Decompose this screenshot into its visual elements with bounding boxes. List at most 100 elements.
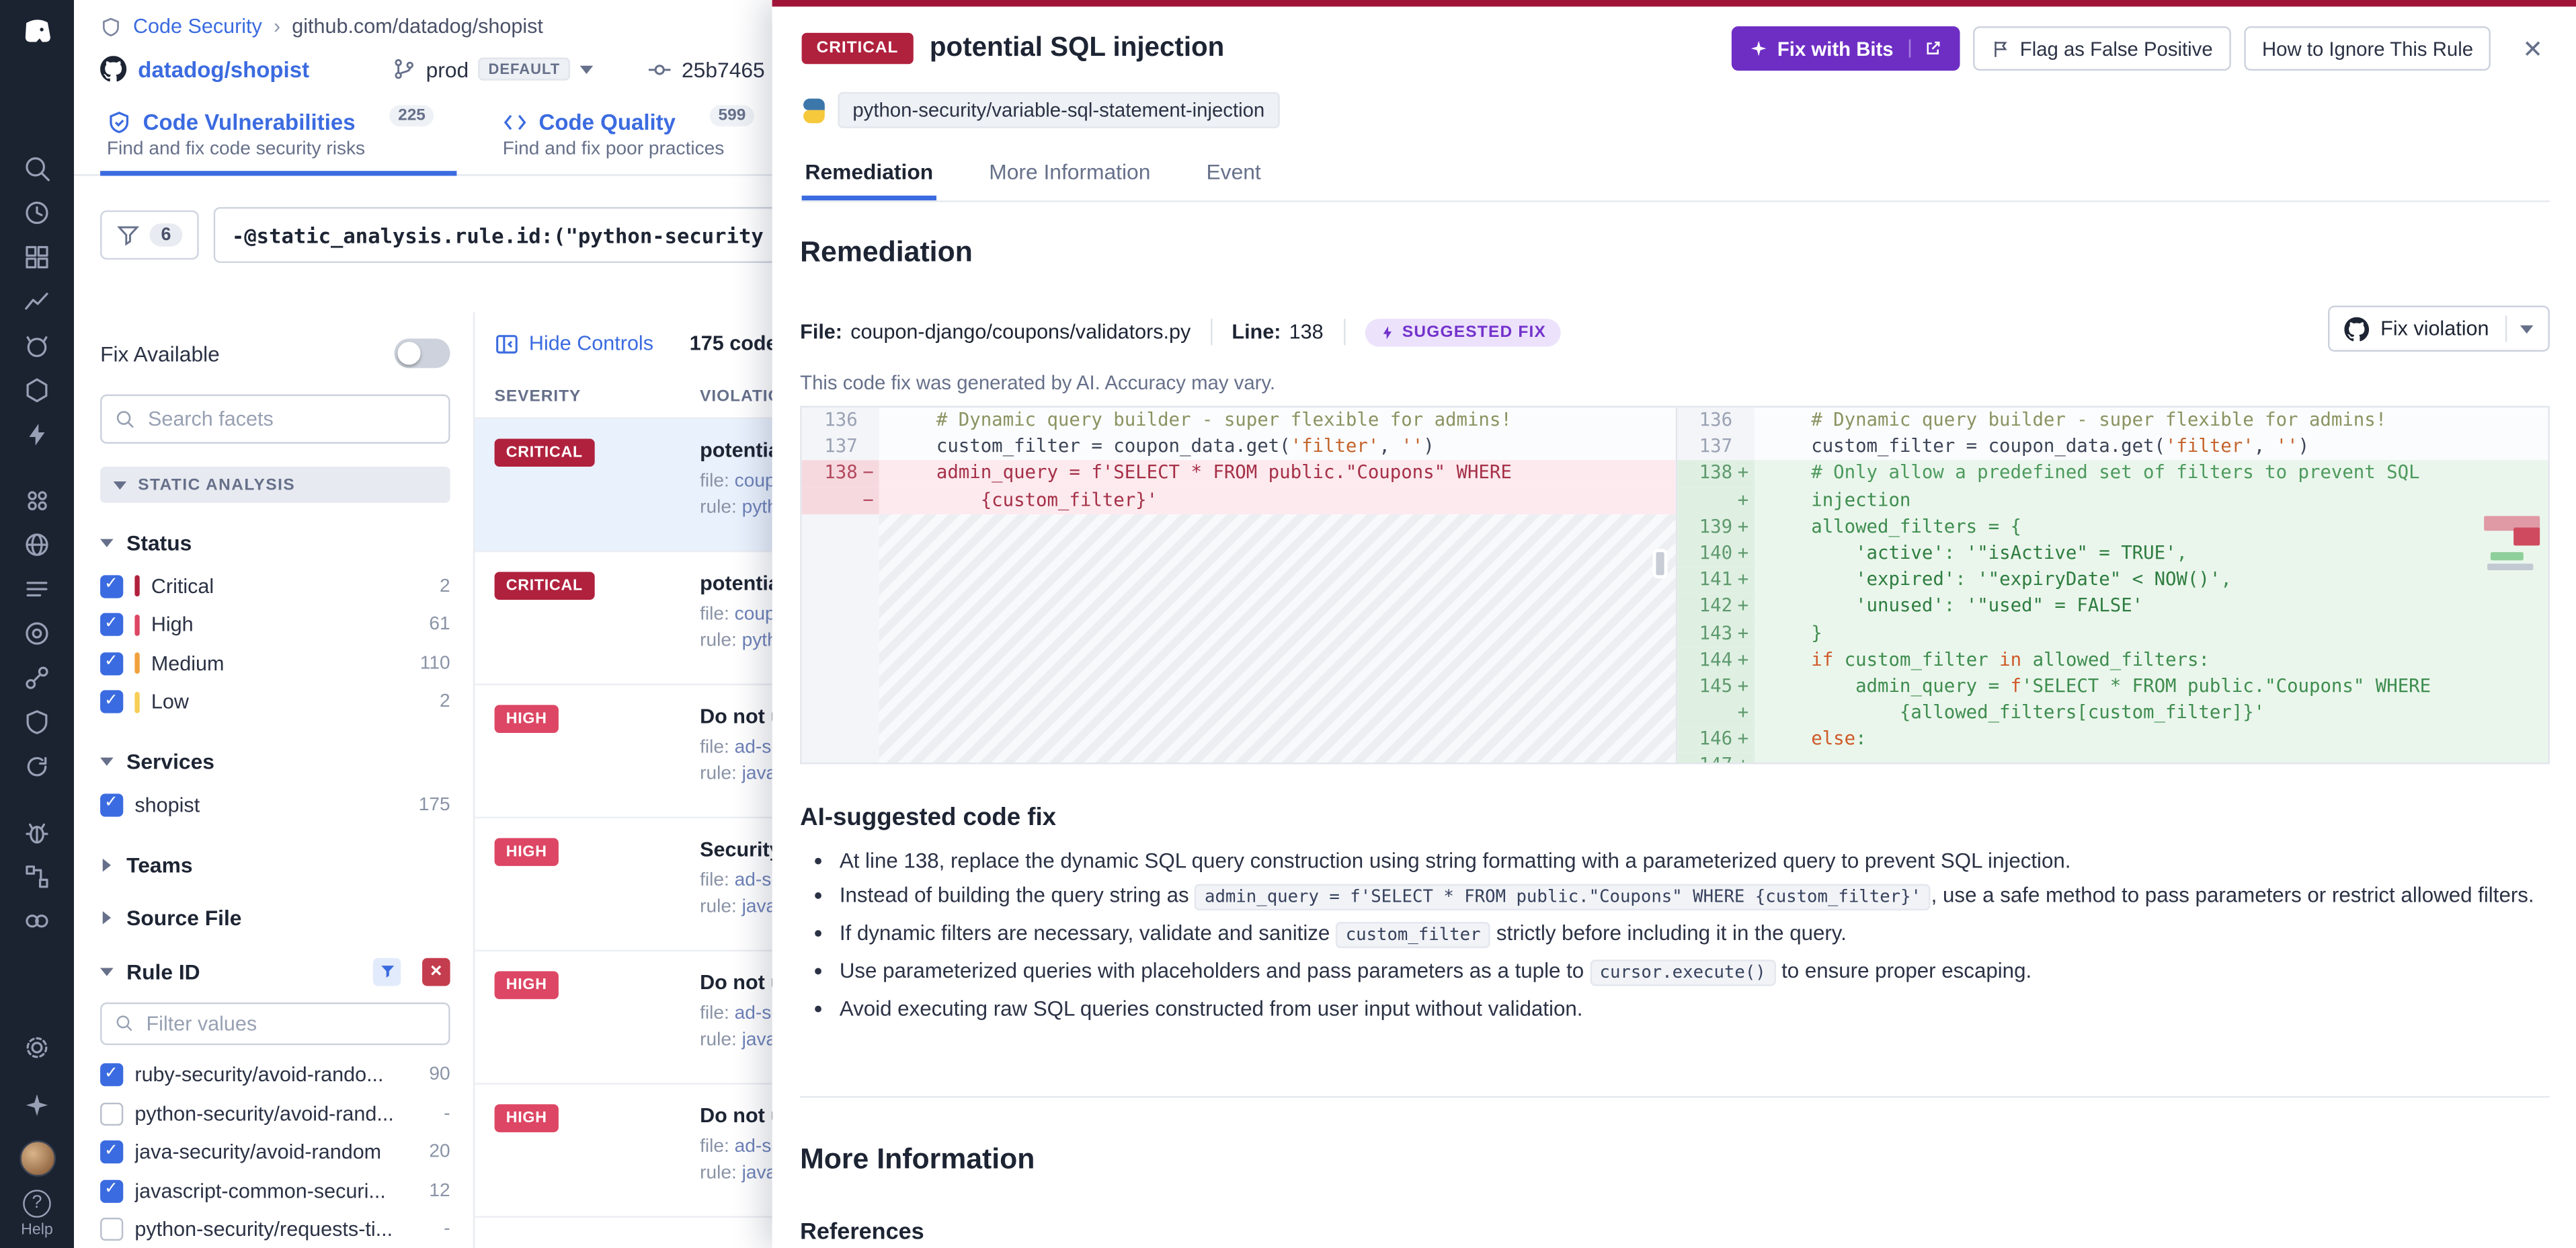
checkbox-checked[interactable] (100, 575, 123, 598)
search-icon[interactable] (15, 147, 58, 191)
rule-id-clear-filter-button[interactable]: ✕ (422, 958, 450, 986)
tab-code-vulnerabilities[interactable]: Code Vulnerabilities 225 Find and fix co… (100, 102, 456, 175)
checkbox-checked[interactable] (100, 613, 123, 636)
profiles-icon[interactable] (15, 478, 58, 522)
integrations-icon[interactable] (15, 899, 58, 943)
panel-actions: Fix with Bits Flag as False Positive How… (1731, 26, 2549, 71)
rule-id-filter-input[interactable] (143, 1010, 436, 1036)
ci-icon[interactable] (15, 611, 58, 656)
branch-icon (393, 58, 416, 81)
fix-violation-button[interactable]: Fix violation (2328, 306, 2550, 352)
facet-item-count: 90 (429, 1065, 450, 1085)
synthetics-icon[interactable] (15, 522, 58, 567)
checkbox-checked[interactable] (100, 652, 123, 675)
service-map-icon[interactable] (15, 656, 58, 700)
diff-line: + {allowed_filters[custom_filter]}' (1677, 700, 2548, 727)
fix-violation-label: Fix violation (2380, 317, 2489, 340)
facet-item[interactable]: High61 (100, 606, 450, 644)
lightning-icon (1379, 325, 1394, 340)
breadcrumb-section[interactable]: Code Security (133, 15, 262, 38)
facet-item[interactable]: javascript-common-securi...12 (100, 1171, 450, 1210)
close-icon[interactable]: ✕ (2516, 30, 2550, 67)
facet-item[interactable]: shopist175 (100, 785, 450, 824)
diff-line: 141+ 'expired': '"expiryDate" < NOW()', (1677, 567, 2548, 594)
checkbox-checked[interactable] (100, 793, 123, 816)
security-icon[interactable] (15, 700, 58, 744)
bug-icon[interactable] (15, 810, 58, 855)
facet-item[interactable]: python-security/requests-ti...- (100, 1210, 450, 1248)
settings-icon[interactable] (15, 1025, 58, 1069)
facet-item[interactable]: python-security/avoid-rand...- (100, 1095, 450, 1133)
datadog-logo-icon[interactable] (15, 11, 58, 54)
checkbox-checked[interactable] (100, 1141, 123, 1164)
checkbox-checked[interactable] (100, 1064, 123, 1087)
ai-fix-bullet: Instead of building the query string as … (840, 878, 2550, 915)
dashboards-icon[interactable] (15, 235, 58, 279)
tab-code-quality[interactable]: Code Quality 599 Find and fix poor pract… (496, 102, 777, 175)
diff-pane-suggested: 136 # Dynamic query builder - super flex… (1675, 407, 2548, 763)
facet-item[interactable]: Medium110 (100, 644, 450, 682)
facet-item[interactable]: Critical2 (100, 567, 450, 605)
diff-line: 137 custom_filter = coupon_data.get('fil… (1677, 434, 2548, 461)
error-tracking-icon[interactable] (15, 744, 58, 789)
panel-tab-more-information[interactable]: More Information (985, 149, 1154, 200)
facet-item[interactable]: Low2 (100, 682, 450, 721)
facet-item-count: 175 (419, 795, 450, 814)
breadcrumb-current: github.com/datadog/shopist (292, 15, 543, 38)
ai-fix-bullet: If dynamic filters are necessary, valida… (840, 915, 2550, 953)
rule-id-facet-header[interactable]: Rule ID ✕ (100, 958, 450, 986)
branch-selector[interactable]: prod DEFAULT (393, 56, 593, 81)
apm-icon[interactable] (15, 412, 58, 457)
high-severity-bar (134, 614, 139, 635)
ignore-rule-button[interactable]: How to Ignore This Rule (2244, 26, 2491, 71)
help-button[interactable]: ? Help (21, 1189, 53, 1238)
source-file-facet-header[interactable]: Source File (100, 904, 450, 929)
checkbox-unchecked[interactable] (100, 1102, 123, 1125)
facet-item[interactable]: ruby-security/avoid-rando...90 (100, 1056, 450, 1094)
logs-icon[interactable] (15, 567, 58, 611)
repo-name[interactable]: datadog/shopist (138, 56, 309, 81)
user-avatar[interactable] (19, 1140, 55, 1176)
checkbox-checked[interactable] (100, 1179, 123, 1202)
flag-false-positive-button[interactable]: Flag as False Positive (1972, 26, 2231, 71)
fix-available-toggle[interactable] (395, 338, 450, 368)
watchdog-icon[interactable] (15, 323, 58, 368)
infrastructure-icon[interactable] (15, 368, 58, 412)
diff-line: + injection (1677, 488, 2548, 514)
facet-search-input[interactable] (145, 406, 436, 432)
help-icon: ? (23, 1189, 51, 1217)
checkbox-checked[interactable] (100, 691, 123, 713)
panel-tab-remediation[interactable]: Remediation (802, 149, 936, 200)
rule-id-facet-items: ruby-security/avoid-rando...90python-sec… (100, 1056, 450, 1248)
static-analysis-section[interactable]: STATIC ANALYSIS (100, 467, 450, 503)
metrics-icon[interactable] (15, 279, 58, 323)
rule-id-filter-applied-icon[interactable] (373, 958, 401, 986)
line-number: 138 (1289, 321, 1324, 344)
divider (1211, 319, 1212, 345)
rule-id-pill[interactable]: python-security/variable-sql-statement-i… (838, 92, 1279, 128)
workflows-icon[interactable] (15, 855, 58, 899)
chevron-down-icon (100, 758, 114, 766)
breadcrumb-separator: › (274, 15, 280, 38)
panel-tab-event[interactable]: Event (1203, 149, 1264, 200)
filters-button[interactable]: 6 (100, 210, 199, 260)
sparkle-icon[interactable] (15, 1082, 58, 1126)
diff-scrollbar-thumb[interactable] (1652, 549, 1666, 578)
chevron-right-icon (103, 858, 111, 871)
facet-item[interactable]: java-security/avoid-random20 (100, 1133, 450, 1171)
teams-facet-header[interactable]: Teams (100, 852, 450, 877)
divider (1343, 319, 1344, 345)
more-information-heading: More Information (800, 1142, 2550, 1176)
severity-pill: HIGH (495, 705, 559, 733)
status-facet-header[interactable]: Status (100, 531, 450, 555)
history-icon[interactable] (15, 190, 58, 235)
severity-pill: CRITICAL (495, 439, 594, 467)
vulnerabilities-shield-icon (107, 110, 132, 135)
services-facet-header[interactable]: Services (100, 749, 450, 774)
facet-item-count: 12 (429, 1181, 450, 1201)
code-security-icon (100, 15, 122, 37)
checkbox-unchecked[interactable] (100, 1218, 123, 1241)
hide-controls-button[interactable]: Hide Controls (495, 331, 653, 356)
tab-count-badge: 225 (390, 105, 434, 126)
fix-with-bits-button[interactable]: Fix with Bits (1731, 26, 1959, 71)
